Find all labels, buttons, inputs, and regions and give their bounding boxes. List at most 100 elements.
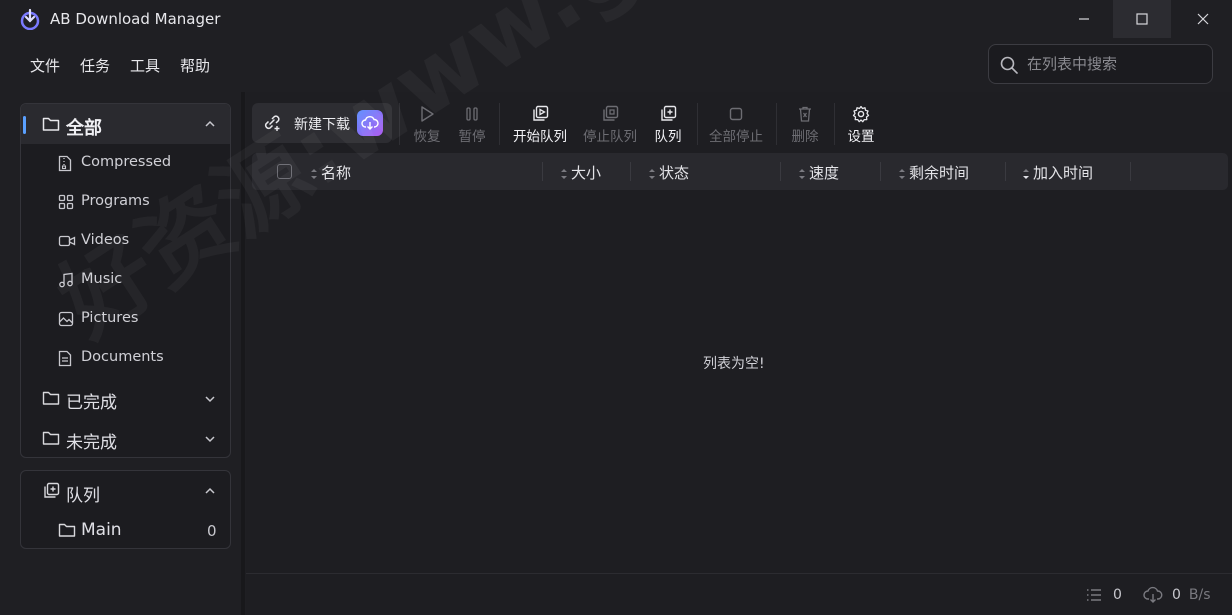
category-unfinished-label: 未完成 [66, 433, 117, 453]
new-download-button[interactable]: 新建下载 [252, 103, 392, 143]
empty-list-message: 列表为空! [703, 356, 765, 372]
toolbar-separator [776, 103, 777, 145]
apps-grid-icon [58, 194, 74, 210]
column-size-label: 大小 [571, 164, 602, 182]
sort-icon [649, 168, 655, 179]
chevron-up-icon[interactable] [204, 119, 216, 129]
folder-icon [42, 391, 60, 405]
category-item-label: Compressed [81, 154, 172, 170]
category-unfinished[interactable]: 未完成 [21, 418, 230, 458]
category-finished[interactable]: 已完成 [21, 378, 230, 418]
category-item-label: Pictures [81, 310, 139, 326]
menu-file[interactable]: 文件 [30, 55, 60, 76]
start-queue-button[interactable]: 开始队列 [510, 103, 570, 147]
stop-queue-button[interactable]: 停止队列 [580, 103, 640, 147]
column-separator[interactable] [1005, 162, 1006, 181]
folder-icon [42, 431, 60, 445]
column-separator[interactable] [542, 162, 543, 181]
gear-icon [852, 105, 870, 123]
menu-help[interactable]: 帮助 [180, 55, 210, 76]
close-button[interactable] [1174, 0, 1232, 38]
category-item-videos[interactable]: Videos [21, 222, 230, 261]
start-queue-label: 开始队列 [513, 129, 567, 145]
app-title: AB Download Manager [50, 10, 221, 28]
column-status-label: 状态 [659, 164, 690, 182]
search-icon [1000, 56, 1018, 74]
folder-icon [58, 523, 76, 537]
column-added[interactable]: 加入时间 [1021, 162, 1093, 183]
category-item-documents[interactable]: Documents [21, 339, 230, 378]
column-status[interactable]: 状态 [647, 162, 689, 183]
column-name[interactable]: 名称 [309, 162, 351, 183]
category-item-label: Programs [81, 193, 150, 209]
stop-icon [729, 107, 743, 121]
sidebar-splitter[interactable] [241, 92, 245, 615]
column-separator[interactable] [780, 162, 781, 181]
column-remaining[interactable]: 剩余时间 [897, 162, 969, 183]
sort-icon [311, 168, 317, 179]
maximize-button[interactable] [1113, 0, 1171, 38]
resume-label: 恢复 [413, 129, 441, 145]
sort-descending-icon [1023, 168, 1029, 179]
app-logo-icon [20, 8, 40, 30]
queue-item-count: 0 [207, 522, 217, 540]
chevron-down-icon[interactable] [204, 394, 216, 404]
start-queue-icon [533, 105, 549, 121]
queue-header-label: 队列 [66, 486, 100, 506]
category-item-music[interactable]: Music [21, 261, 230, 300]
category-item-compressed[interactable]: Compressed [21, 144, 230, 183]
cloud-download-icon [1143, 586, 1163, 603]
sort-icon [899, 168, 905, 179]
queue-header[interactable]: 队列 [21, 471, 230, 511]
table-header: 名称 大小 状态 速度 剩余时间 加入时间 [252, 153, 1228, 190]
title-bar: AB Download Manager [0, 0, 1232, 38]
pause-button[interactable]: 暂停 [452, 103, 492, 147]
status-bar: 0 0 B/s [246, 573, 1232, 615]
chevron-up-icon[interactable] [204, 486, 216, 496]
resume-button[interactable]: 恢复 [407, 103, 447, 147]
category-item-label: Videos [81, 232, 130, 248]
queue-item-label: Main [81, 520, 122, 540]
category-all-label: 全部 [66, 118, 102, 139]
category-item-programs[interactable]: Programs [21, 183, 230, 222]
select-all-checkbox[interactable] [277, 164, 292, 179]
stop-all-button[interactable]: 全部停止 [706, 103, 766, 147]
column-remaining-label: 剩余时间 [909, 164, 970, 182]
delete-button[interactable]: 删除 [786, 103, 824, 147]
queue-button[interactable]: 队列 [650, 103, 686, 147]
pause-icon [466, 107, 478, 121]
list-icon [1087, 589, 1101, 601]
category-all[interactable]: 全部 [21, 104, 230, 144]
delete-label: 删除 [791, 129, 819, 145]
queue-item-main[interactable]: Main 0 [21, 511, 230, 549]
column-separator[interactable] [1130, 162, 1131, 181]
category-item-pictures[interactable]: Pictures [21, 300, 230, 339]
sort-icon [799, 168, 805, 179]
pause-label: 暂停 [458, 129, 486, 145]
document-icon [58, 350, 72, 367]
settings-button[interactable]: 设置 [843, 103, 879, 147]
column-separator[interactable] [630, 162, 631, 181]
menu-tasks[interactable]: 任务 [80, 55, 110, 76]
archive-file-icon [58, 155, 72, 172]
column-separator[interactable] [880, 162, 881, 181]
menu-tools[interactable]: 工具 [130, 55, 160, 76]
add-link-icon [264, 115, 280, 131]
download-speed-unit: B/s [1188, 587, 1211, 603]
minimize-button[interactable] [1055, 0, 1113, 38]
image-icon [58, 311, 74, 327]
cloud-download-button[interactable] [357, 110, 383, 136]
category-panel: 全部 Compressed Programs Videos Music Pict… [20, 103, 231, 458]
column-size[interactable]: 大小 [559, 162, 601, 183]
column-name-label: 名称 [321, 164, 352, 182]
chevron-down-icon[interactable] [204, 434, 216, 444]
queue-panel: 队列 Main 0 [20, 470, 231, 549]
column-speed[interactable]: 速度 [797, 162, 839, 183]
toolbar-separator [499, 103, 500, 145]
toolbar-separator [697, 103, 698, 145]
category-finished-label: 已完成 [66, 393, 117, 413]
new-download-label: 新建下载 [294, 117, 350, 133]
search-input[interactable] [1027, 53, 1207, 75]
music-note-icon [59, 272, 73, 288]
folder-icon [42, 117, 60, 131]
